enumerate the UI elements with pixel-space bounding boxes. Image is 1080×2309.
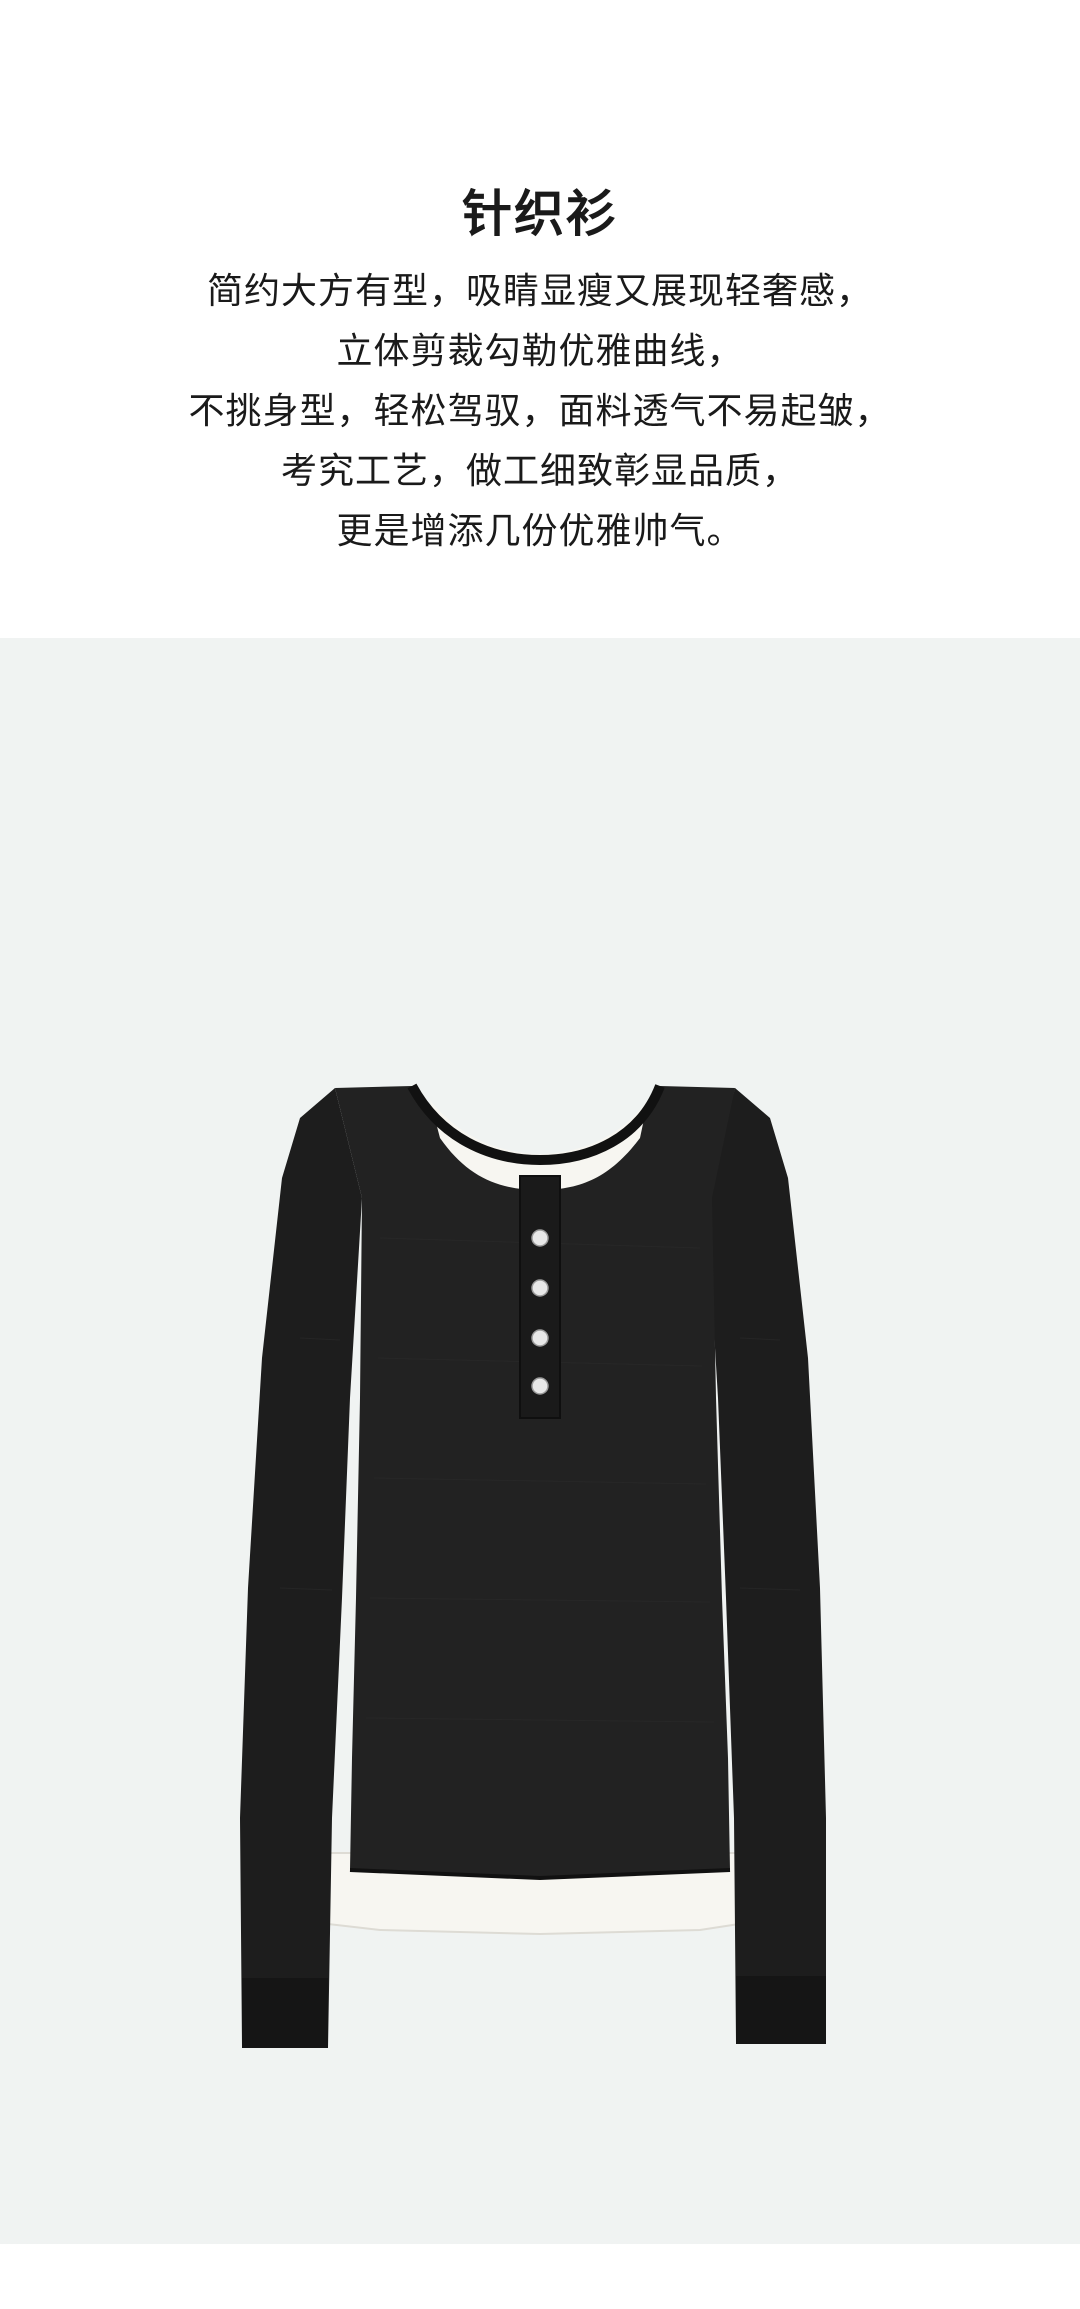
product-title: 针织衫 — [462, 183, 618, 243]
description-line: 简约大方有型，吸睛显瘦又展现轻奢感， — [206, 271, 873, 312]
black-long-sleeve-henley-top-icon — [240, 1083, 826, 2048]
button-icon — [531, 1377, 549, 1395]
product-description: 简约大方有型，吸睛显瘦又展现轻奢感， 立体剪裁勾勒优雅曲线， 不挑身型，轻松驾驭… — [0, 262, 1080, 562]
product-photo — [0, 638, 1080, 2244]
footer-strip — [0, 2244, 1080, 2309]
description-line: 不挑身型，轻松驾驭，面料透气不易起皱， — [188, 391, 892, 432]
button-icon — [531, 1229, 549, 1247]
right-cuff — [736, 1976, 826, 2044]
description-line: 立体剪裁勾勒优雅曲线， — [336, 331, 744, 372]
product-intro: 针织衫 简约大方有型，吸睛显瘦又展现轻奢感， 立体剪裁勾勒优雅曲线， 不挑身型，… — [0, 0, 1080, 638]
left-cuff — [242, 1978, 328, 2048]
description-line: 考究工艺，做工细致彰显品质， — [280, 451, 799, 492]
button-icon — [531, 1329, 549, 1347]
button-icon — [531, 1279, 549, 1297]
description-line: 更是增添几份优雅帅气。 — [336, 511, 744, 552]
